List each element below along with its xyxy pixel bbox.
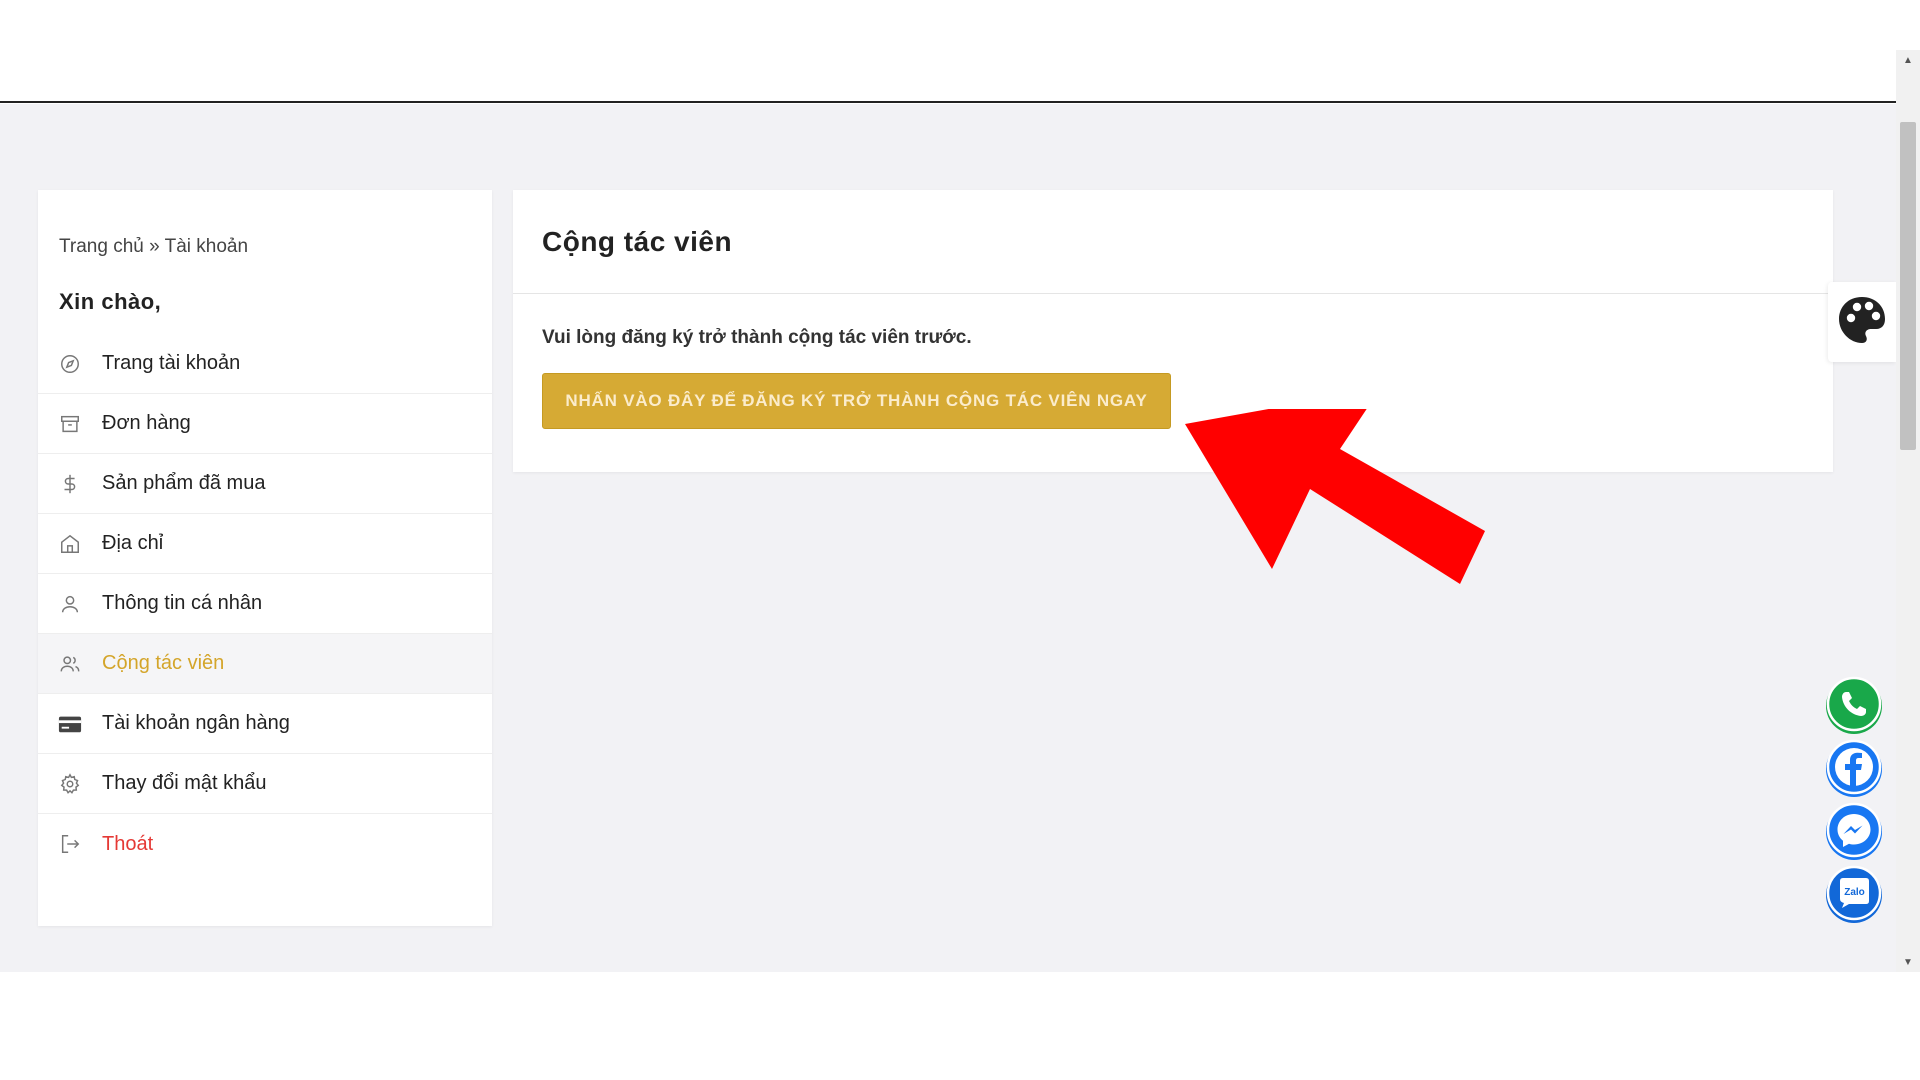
sidebar-item-logout[interactable]: Thoát [38, 814, 492, 874]
card-body: Vui lòng đăng ký trở thành cộng tác viên… [513, 294, 1833, 462]
facebook-contact-button[interactable] [1826, 739, 1882, 800]
scroll-down-arrow-icon[interactable]: ▼ [1896, 952, 1920, 972]
bottom-blank-area [0, 972, 1920, 1080]
sidebar-item-purchased-products[interactable]: Sản phẩm đã mua [38, 454, 492, 514]
sidebar-item-collaborator[interactable]: Cộng tác viên [38, 634, 492, 694]
phone-icon [1826, 676, 1882, 737]
logout-icon [58, 832, 82, 856]
sidebar-item-label: Đơn hàng [102, 412, 191, 434]
gear-icon [58, 772, 82, 796]
compass-icon [58, 352, 82, 376]
top-header-bar [0, 0, 1896, 103]
sidebar-item-address[interactable]: Địa chỉ [38, 514, 492, 574]
annotation-arrow [1185, 409, 1485, 584]
theme-palette-button[interactable] [1828, 282, 1896, 362]
sidebar-item-label: Trang tài khoản [102, 352, 241, 374]
scroll-up-arrow-icon[interactable]: ▲ [1896, 50, 1920, 70]
sidebar-item-label: Sản phẩm đã mua [102, 472, 266, 494]
card-header: Cộng tác viên [513, 190, 1833, 294]
sidebar-item-bank-account[interactable]: Tài khoản ngân hàng [38, 694, 492, 754]
vertical-scrollbar[interactable]: ▲ ▼ [1896, 50, 1920, 972]
messenger-contact-button[interactable] [1826, 802, 1882, 863]
sidebar-item-personal-info[interactable]: Thông tin cá nhân [38, 574, 492, 634]
greeting-heading: Xin chào, [59, 289, 162, 314]
registration-notice: Vui lòng đăng ký trở thành cộng tác viên… [542, 327, 972, 348]
archive-box-icon [58, 412, 82, 436]
zalo-icon: Zalo [1826, 865, 1882, 926]
page-viewport: Trang chủ » Tài khoản Xin chào, Trang tà… [0, 104, 1896, 972]
zalo-label: Zalo [1844, 887, 1865, 898]
facebook-icon [1826, 739, 1882, 800]
sidebar-item-orders[interactable]: Đơn hàng [38, 394, 492, 454]
users-icon [58, 652, 82, 676]
sidebar-item-label: Thông tin cá nhân [102, 592, 263, 614]
breadcrumb[interactable]: Trang chủ » Tài khoản [59, 236, 248, 258]
sidebar-item-label: Cộng tác viên [102, 652, 225, 674]
sidebar-item-change-password[interactable]: Thay đổi mật khẩu [38, 754, 492, 814]
user-icon [58, 592, 82, 616]
credit-card-icon [58, 712, 82, 736]
register-collaborator-button[interactable]: NHẤN VÀO ĐÂY ĐỂ ĐĂNG KÝ TRỞ THÀNH CỘNG T… [542, 373, 1171, 429]
page-title: Cộng tác viên [542, 225, 733, 257]
sidebar-item-label: Địa chỉ [102, 532, 164, 554]
sidebar-item-label: Tài khoản ngân hàng [102, 712, 290, 734]
zalo-contact-button[interactable]: Zalo [1826, 865, 1882, 926]
scrollbar-thumb[interactable] [1900, 122, 1916, 450]
dollar-icon [58, 472, 82, 496]
sidebar-item-label: Thay đổi mật khẩu [102, 772, 267, 794]
sidebar-item-account-home[interactable]: Trang tài khoản [38, 334, 492, 394]
sidebar-item-label: Thoát [102, 832, 154, 855]
account-menu: Trang tài khoản Đơn hàng Sản phẩm đã mua… [38, 334, 492, 874]
phone-contact-button[interactable] [1826, 676, 1882, 737]
home-icon [58, 532, 82, 556]
account-sidebar: Trang chủ » Tài khoản Xin chào, Trang tà… [38, 190, 492, 926]
messenger-icon [1826, 802, 1882, 863]
palette-icon [1836, 294, 1888, 351]
collaborator-card: Cộng tác viên Vui lòng đăng ký trở thành… [513, 190, 1833, 472]
